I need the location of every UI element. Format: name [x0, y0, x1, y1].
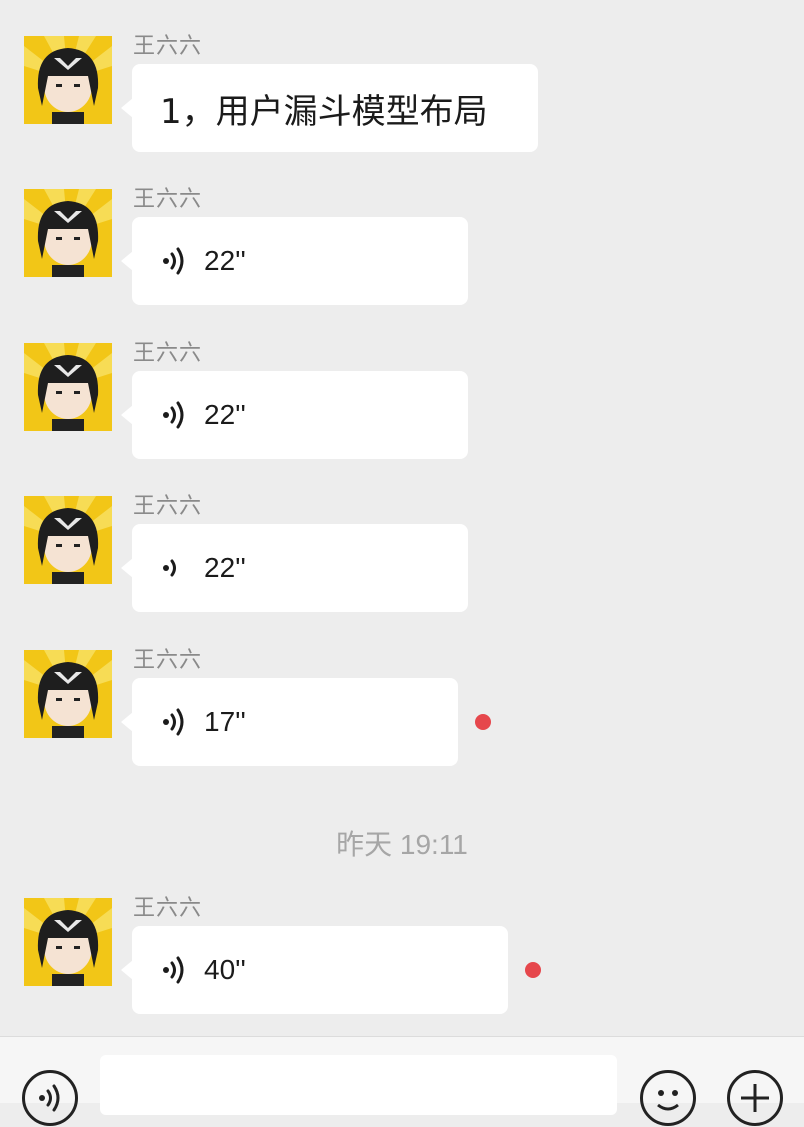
emoji-icon — [657, 1090, 679, 1111]
voice-mode-icon — [39, 1084, 60, 1112]
sender-name: 王六六 — [133, 896, 203, 921]
avatar[interactable] — [24, 650, 112, 738]
voice-duration: 22'' — [204, 552, 246, 583]
sender-name: 王六六 — [133, 341, 203, 366]
voice-message-bubble[interactable]: 40'' — [121, 926, 508, 1014]
avatar[interactable] — [24, 189, 112, 277]
avatar[interactable] — [24, 36, 112, 124]
message-text: 1，用户漏斗模型布局 — [160, 91, 488, 132]
sender-name: 王六六 — [133, 494, 203, 519]
voice-message-bubble[interactable]: 22'' — [121, 371, 468, 459]
avatar[interactable] — [24, 343, 112, 431]
input-toolbar — [0, 1036, 804, 1126]
emoji-button[interactable] — [640, 1070, 696, 1126]
timestamp-divider: 昨天 19:11 — [336, 829, 468, 860]
voice-duration: 17'' — [204, 706, 246, 737]
unread-dot — [475, 714, 491, 730]
voice-wave-icon — [160, 954, 190, 986]
avatar[interactable] — [24, 898, 112, 986]
sender-name: 王六六 — [133, 648, 203, 673]
message-input[interactable] — [100, 1055, 617, 1115]
voice-wave-icon — [160, 245, 190, 277]
sender-name: 王六六 — [133, 187, 203, 212]
chat-messages-area[interactable]: 王六六 1，用户漏斗模型布局 王六六 22'' 王六六 22'' 王六六 22'… — [0, 0, 804, 1036]
text-message-bubble[interactable]: 1，用户漏斗模型布局 — [121, 64, 538, 152]
voice-message-bubble[interactable]: 22'' — [121, 217, 468, 305]
unread-dot — [525, 962, 541, 978]
voice-message-bubble[interactable]: 17'' — [121, 678, 458, 766]
voice-duration: 22'' — [204, 245, 246, 276]
plus-icon — [741, 1084, 769, 1112]
avatar[interactable] — [24, 496, 112, 584]
voice-duration: 22'' — [204, 399, 246, 430]
voice-wave-icon — [160, 552, 190, 584]
voice-message-bubble[interactable]: 22'' — [121, 524, 468, 612]
more-button[interactable] — [727, 1070, 783, 1126]
sender-name: 王六六 — [133, 34, 203, 59]
voice-mode-button[interactable] — [22, 1070, 78, 1126]
voice-wave-icon — [160, 706, 190, 738]
voice-duration: 40'' — [204, 954, 246, 985]
voice-wave-icon — [160, 399, 190, 431]
